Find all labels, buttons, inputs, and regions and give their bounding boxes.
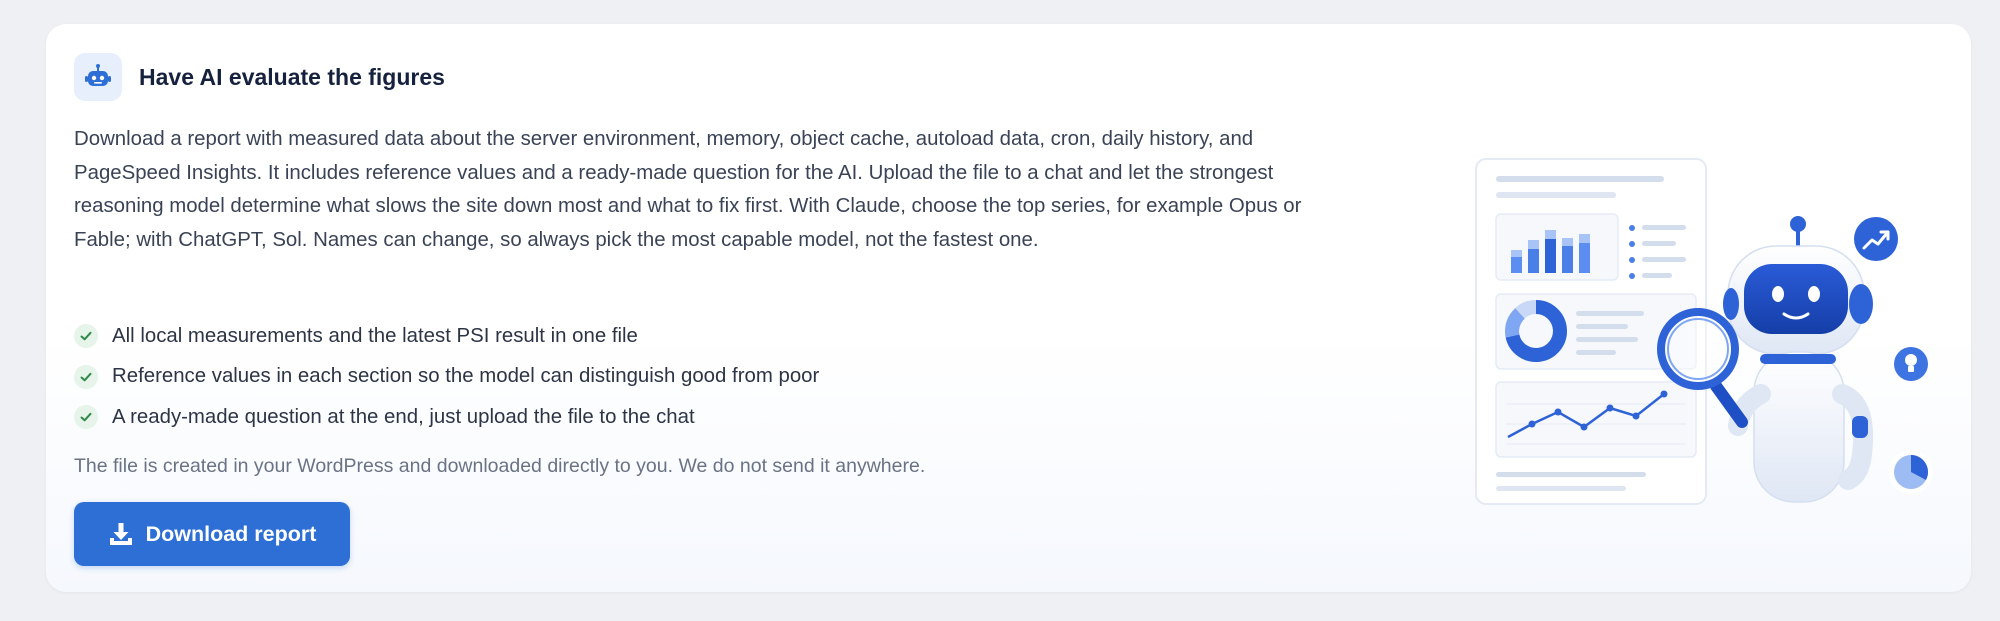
download-report-button[interactable]: Download report [74,502,350,566]
feature-text: All local measurements and the latest PS… [112,324,638,347]
download-button-label: Download report [145,521,317,546]
panel-description: Download a report with measured data abo… [74,128,1302,251]
feature-text: Reference values in each section so the … [112,365,820,388]
robot-icon [74,53,122,101]
feature-item: All local measurements and the latest PS… [74,316,819,357]
feature-item: Reference values in each section so the … [74,357,819,398]
privacy-note: The file is created in your WordPress an… [74,455,926,477]
download-icon [108,521,134,547]
feature-text: A ready-made question at the end, just u… [112,405,695,428]
check-icon [74,405,98,430]
ai-evaluation-panel: Have AI evaluate the figures Download a … [46,24,1971,592]
check-icon [74,324,98,349]
feature-list: All local measurements and the latest PS… [74,316,819,438]
check-icon [74,364,98,389]
panel-title: Have AI evaluate the figures [139,64,445,90]
feature-item: A ready-made question at the end, just u… [74,397,819,438]
robot-analyzing-report-illustration [1416,154,1956,554]
